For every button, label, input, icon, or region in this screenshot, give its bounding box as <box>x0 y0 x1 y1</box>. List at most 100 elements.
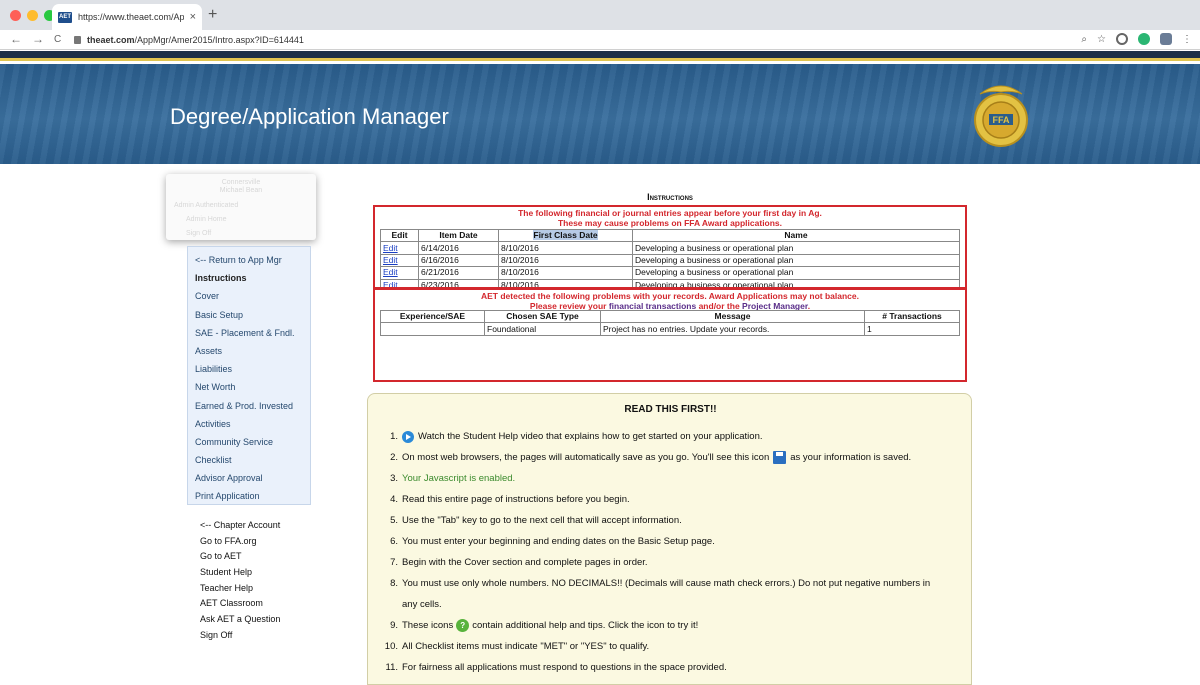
url-path: /AppMgr/Amer2015/Intro.aspx?ID=614441 <box>134 35 304 45</box>
nav-activities[interactable]: Activities <box>195 415 303 433</box>
name-cell: Developing a business or operational pla… <box>632 266 960 280</box>
sae-type-cell: Foundational <box>484 322 601 336</box>
address-bar: ← → C theaet.com/AppMgr/Amer2015/Intro.a… <box>0 30 1200 50</box>
link-chapter-account[interactable]: <-- Chapter Account <box>200 518 280 534</box>
nav-return-to-app-mgr[interactable]: <-- Return to App Mgr <box>195 251 303 269</box>
user-info-box: Connersville Michael Bean Admin Authenti… <box>166 174 316 240</box>
nav-advisor-approval[interactable]: Advisor Approval <box>195 469 303 487</box>
bookmark-star-icon[interactable]: ☆ <box>1097 34 1106 45</box>
first-class-date-cell: 8/10/2016 <box>498 253 633 268</box>
extension-globe-icon[interactable] <box>1160 33 1172 45</box>
admin-home-link[interactable]: Admin Home <box>174 213 308 227</box>
menu-kebab-icon[interactable]: ⋮ <box>1182 34 1192 45</box>
edit-link[interactable]: Edit <box>383 255 398 265</box>
play-video-icon[interactable] <box>402 430 414 443</box>
nav-liabilities[interactable]: Liabilities <box>195 360 303 378</box>
link-teacher-help[interactable]: Teacher Help <box>200 581 280 597</box>
list-item: 4. Read this entire page of instructions… <box>390 494 630 505</box>
list-item: 5. Use the "Tab" key to go to the next c… <box>390 515 682 526</box>
instructions-heading: Instructions <box>647 192 693 202</box>
back-icon[interactable]: ← <box>10 32 22 46</box>
page-title: Degree/Application Manager <box>170 104 449 129</box>
list-item: 7. Begin with the Cover section and comp… <box>390 557 648 568</box>
nav-earned-prod-invested[interactable]: Earned & Prod. Invested <box>195 397 303 415</box>
list-item: 8. You must use only whole numbers. NO D… <box>390 578 931 610</box>
table-header-row: Experience/SAE Chosen SAE Type Message #… <box>380 309 960 324</box>
first-class-date-cell: 8/10/2016 <box>498 241 633 255</box>
extension-circle-icon[interactable] <box>1116 33 1128 45</box>
help-title: READ THIS FIRST!! <box>624 404 717 415</box>
item-date-cell: 6/16/2016 <box>418 253 499 268</box>
list-item: 3. Your Javascript is enabled. <box>390 473 516 484</box>
link-sign-off[interactable]: Sign Off <box>200 628 280 644</box>
list-item: 11. For fairness all applications must r… <box>385 662 727 673</box>
minimize-window-button[interactable] <box>27 10 38 21</box>
nav-instructions[interactable]: Instructions <box>195 269 303 287</box>
table-row: Edit 6/14/2016 8/10/2016 Developing a bu… <box>380 241 960 255</box>
header-strip <box>0 51 1200 61</box>
item-date-cell: 6/14/2016 <box>418 241 499 255</box>
name-cell: Developing a business or operational pla… <box>632 241 960 255</box>
read-this-first-box: READ THIS FIRST!! 1. Watch the Student H… <box>367 393 972 685</box>
svg-text:FFA: FFA <box>993 115 1010 125</box>
list-item: 9. These icons ? contain additional help… <box>390 619 699 632</box>
external-links: <-- Chapter Account Go to FFA.org Go to … <box>200 518 280 644</box>
edit-link[interactable]: Edit <box>383 243 398 253</box>
col-header-sae-type: Chosen SAE Type <box>484 309 601 324</box>
message-cell: Project has no entries. Update your reco… <box>600 322 865 336</box>
admin-authenticated-link[interactable]: Admin Authenticated <box>174 199 308 213</box>
nav-net-worth[interactable]: Net Worth <box>195 378 303 396</box>
link-aet-classroom[interactable]: AET Classroom <box>200 596 280 612</box>
first-class-date-cell: 8/10/2016 <box>498 266 633 280</box>
url-field[interactable]: theaet.com/AppMgr/Amer2015/Intro.aspx?ID… <box>74 32 1084 48</box>
col-header-experience: Experience/SAE <box>380 309 485 324</box>
nav-assets[interactable]: Assets <box>195 342 303 360</box>
extension-green-icon[interactable] <box>1138 33 1150 45</box>
link-ask-aet[interactable]: Ask AET a Question <box>200 612 280 628</box>
tab-close-icon[interactable]: × <box>190 11 196 23</box>
browser-tab[interactable]: AET https://www.theaet.com/AppMgr × <box>52 4 202 30</box>
header-banner: Degree/Application Manager FFA <box>0 64 1200 164</box>
user-chapter: Connersville <box>221 179 261 186</box>
nav-sae-placement[interactable]: SAE - Placement & Fndl. <box>195 324 303 342</box>
list-item: 6. You must enter your beginning and end… <box>390 536 715 547</box>
reload-icon[interactable]: C <box>54 34 61 45</box>
help-tip-icon[interactable]: ? <box>456 619 470 632</box>
nav-print-application[interactable]: Print Application <box>195 487 303 505</box>
user-name: Michael Bean <box>219 187 263 194</box>
link-student-help[interactable]: Student Help <box>200 565 280 581</box>
url-host: theaet.com <box>87 35 135 45</box>
browser-tab-bar: AET https://www.theaet.com/AppMgr × + <box>0 0 1200 30</box>
zoom-icon[interactable]: ⌕ <box>1081 34 1087 45</box>
table-row: Edit 6/21/2016 8/10/2016 Developing a bu… <box>380 266 960 280</box>
nav-checklist[interactable]: Checklist <box>195 451 303 469</box>
early-entries-table: Edit Item Date First Class Date Name Edi… <box>380 228 960 287</box>
list-item: 10. All Checklist items must indicate "M… <box>384 641 650 652</box>
edit-link[interactable]: Edit <box>383 267 398 277</box>
link-aet[interactable]: Go to AET <box>200 549 280 565</box>
forward-icon[interactable]: → <box>32 32 44 46</box>
col-header-transactions: # Transactions <box>864 309 960 324</box>
item-date-cell: 6/21/2016 <box>418 266 499 280</box>
link-ffa-org[interactable]: Go to FFA.org <box>200 534 280 550</box>
warning2-line1: AET detected the following problems with… <box>481 291 859 301</box>
list-item: 2. On most web browsers, the pages will … <box>390 451 912 464</box>
table-row: Foundational Project has no entries. Upd… <box>380 322 960 336</box>
ffa-emblem-icon: FFA <box>974 85 1028 147</box>
col-header-item-date: Item Date <box>418 228 499 243</box>
col-header-name: Name <box>632 228 960 243</box>
aet-favicon-icon: AET <box>58 11 72 23</box>
nav-basic-setup[interactable]: Basic Setup <box>195 306 303 324</box>
instructions-list: 1. Watch the Student Help video that exp… <box>380 426 970 678</box>
save-disk-icon <box>773 451 787 464</box>
close-window-button[interactable] <box>10 10 21 21</box>
col-header-edit: Edit <box>380 228 419 243</box>
window-controls <box>10 10 55 21</box>
sign-off-link-faded[interactable]: Sign Off <box>174 227 308 241</box>
new-tab-icon[interactable]: + <box>208 6 217 24</box>
nav-community-service[interactable]: Community Service <box>195 433 303 451</box>
warning1-line1: The following financial or journal entri… <box>518 208 822 218</box>
nav-cover[interactable]: Cover <box>195 287 303 305</box>
records-warning-box: AET detected the following problems with… <box>373 288 967 382</box>
experience-cell <box>380 322 485 336</box>
